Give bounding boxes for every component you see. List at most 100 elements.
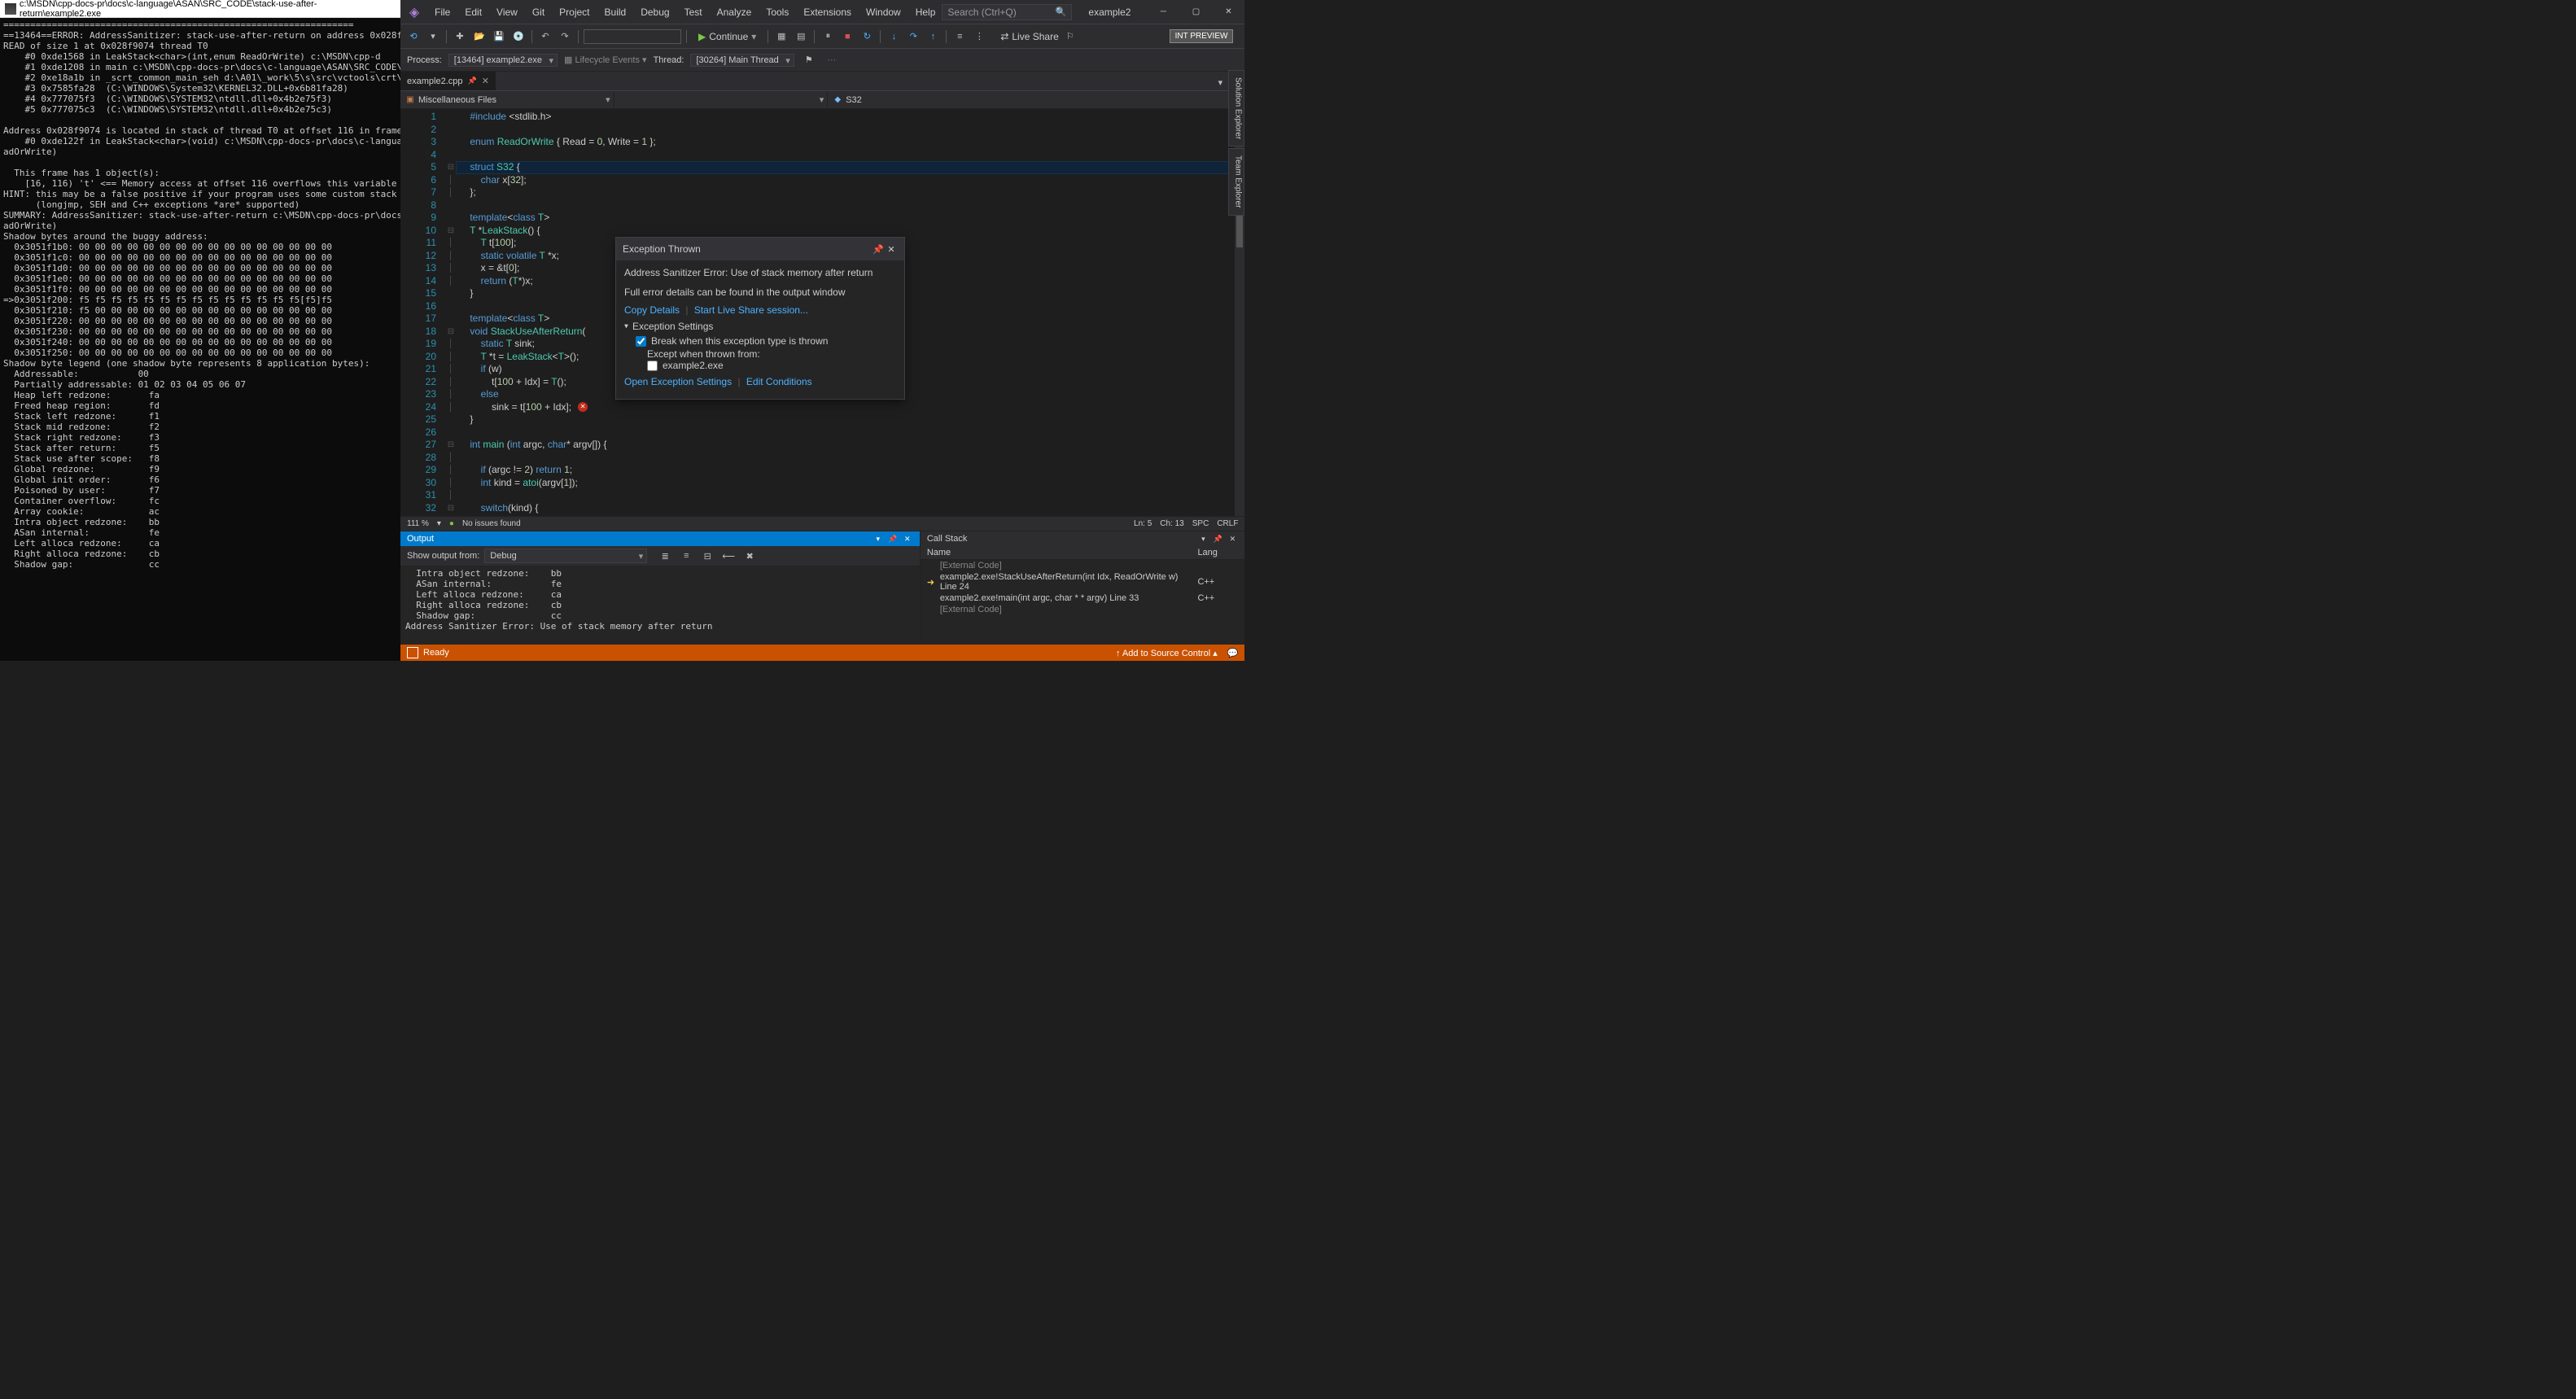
callstack-body[interactable]: [External Code]➜example2.exe!StackUseAft… — [921, 560, 1245, 645]
break-all-button[interactable]: ⏸ — [820, 28, 836, 45]
new-button[interactable]: ✚ — [452, 28, 468, 45]
out-tb-4[interactable]: ⟵ — [720, 548, 737, 564]
tb-icon-4[interactable]: ⋮ — [971, 28, 987, 45]
document-tab[interactable]: example2.cpp 📌 ✕ — [400, 72, 496, 90]
menu-debug[interactable]: Debug — [634, 3, 676, 21]
window-pos-icon[interactable]: ▾ — [1197, 533, 1209, 544]
nav-fwd-button[interactable]: ▾ — [425, 28, 441, 45]
output-source-combo[interactable]: Debug — [484, 549, 647, 563]
callstack-row[interactable]: ➜example2.exe!StackUseAfterReturn(int Id… — [921, 571, 1245, 592]
zoom-dropdown-icon[interactable]: ▾ — [437, 519, 441, 528]
undo-button[interactable]: ↶ — [537, 28, 553, 45]
module-checkbox-row[interactable]: example2.exe — [624, 360, 896, 371]
callstack-row[interactable]: [External Code] — [921, 604, 1245, 615]
stack-frame-button[interactable]: ⋯ — [824, 52, 840, 68]
stop-button[interactable]: ■ — [839, 28, 855, 45]
side-tab-team-explorer[interactable]: Team Explorer — [1228, 148, 1244, 215]
menu-help[interactable]: Help — [909, 3, 942, 21]
source-control-button[interactable]: ↑ Add to Source Control ▴ — [1116, 648, 1218, 658]
window-pos-icon[interactable]: ▾ — [873, 533, 884, 544]
open-settings-link[interactable]: Open Exception Settings — [624, 376, 732, 387]
close-icon[interactable]: ✕ — [885, 243, 898, 256]
maximize-button[interactable]: ▢ — [1179, 0, 1212, 24]
menu-extensions[interactable]: Extensions — [797, 3, 858, 21]
process-combo[interactable]: [13464] example2.exe — [448, 54, 558, 67]
feedback-button[interactable]: ⚐ — [1062, 28, 1078, 45]
indent-indicator[interactable]: SPC — [1192, 519, 1209, 528]
lang-column[interactable]: Lang — [1197, 548, 1238, 557]
step-out-button[interactable]: ↑ — [925, 28, 941, 45]
module-checkbox[interactable] — [647, 361, 658, 371]
close-icon[interactable]: ✕ — [1227, 533, 1238, 544]
redo-button[interactable]: ↷ — [557, 28, 573, 45]
side-tab-solution-explorer[interactable]: Solution Explorer — [1228, 70, 1244, 146]
out-tb-1[interactable]: ≣ — [657, 548, 673, 564]
col-indicator[interactable]: Ch: 13 — [1160, 519, 1183, 528]
issues-text[interactable]: No issues found — [462, 519, 521, 528]
menu-project[interactable]: Project — [553, 3, 596, 21]
pin-icon[interactable]: 📌 — [1212, 533, 1223, 544]
zoom-level[interactable]: 111 % — [407, 519, 429, 528]
menu-test[interactable]: Test — [678, 3, 709, 21]
restart-button[interactable]: ↻ — [859, 28, 875, 45]
nav-project-combo[interactable]: ▣ Miscellaneous Files — [400, 91, 614, 108]
callstack-header[interactable]: Call Stack ▾ 📌 ✕ — [921, 531, 1245, 546]
callstack-row[interactable]: example2.exe!main(int argc, char * * arg… — [921, 592, 1245, 604]
nav-back-button[interactable]: ⟲ — [405, 28, 422, 45]
menu-git[interactable]: Git — [526, 3, 551, 21]
continue-button[interactable]: ▶ Continue ▾ — [692, 29, 763, 44]
menu-file[interactable]: File — [428, 3, 457, 21]
menu-build[interactable]: Build — [598, 3, 633, 21]
copy-details-link[interactable]: Copy Details — [624, 304, 680, 316]
callstack-row[interactable]: [External Code] — [921, 560, 1245, 571]
name-column[interactable]: Name — [927, 548, 1198, 557]
tab-close-icon[interactable]: ✕ — [482, 76, 489, 86]
step-over-button[interactable]: ↷ — [905, 28, 921, 45]
live-share-link[interactable]: Start Live Share session... — [694, 304, 808, 316]
save-all-button[interactable]: 💿 — [510, 28, 527, 45]
output-text[interactable]: Intra object redzone: bb ASan internal: … — [400, 566, 920, 645]
menu-edit[interactable]: Edit — [458, 3, 488, 21]
break-checkbox[interactable] — [636, 336, 646, 347]
nav-member-combo[interactable]: ◆ S32 — [828, 91, 1244, 108]
search-box[interactable]: Search (Ctrl+Q) 🔍 — [942, 4, 1072, 20]
close-button[interactable]: ✕ — [1212, 0, 1244, 24]
save-button[interactable]: 💾 — [491, 28, 507, 45]
edit-conditions-link[interactable]: Edit Conditions — [746, 376, 812, 387]
pin-icon[interactable]: 📌 — [468, 77, 477, 85]
menu-analyze[interactable]: Analyze — [711, 3, 759, 21]
menu-tools[interactable]: Tools — [759, 3, 795, 21]
thread-combo[interactable]: [30264] Main Thread — [690, 54, 794, 67]
tb-icon-1[interactable]: ▦ — [773, 28, 789, 45]
menu-window[interactable]: Window — [859, 3, 908, 21]
output-header[interactable]: Output ▾ 📌 ✕ — [400, 531, 920, 546]
notifications-icon[interactable]: 💬 — [1227, 648, 1239, 658]
minimize-button[interactable]: ─ — [1147, 0, 1179, 24]
close-icon[interactable]: ✕ — [902, 533, 913, 544]
pin-icon[interactable]: 📌 — [872, 243, 885, 256]
open-button[interactable]: 📂 — [471, 28, 488, 45]
code-editor[interactable]: 1234567891011121314151617181920212223242… — [400, 109, 1244, 516]
flag-button[interactable]: ⚑ — [801, 52, 817, 68]
outline-gutter[interactable]: ⊟││⊟││││⊟││││││⊟││││⊟ — [446, 109, 456, 516]
step-into-button[interactable]: ↓ — [886, 28, 902, 45]
tb-icon-2[interactable]: ▤ — [793, 28, 809, 45]
out-tb-2[interactable]: ≡ — [678, 548, 694, 564]
exception-settings-header[interactable]: Exception Settings — [624, 321, 896, 332]
tb-icon-3[interactable]: ≡ — [951, 28, 968, 45]
line-indicator[interactable]: Ln: 5 — [1134, 519, 1152, 528]
out-tb-5[interactable]: ✖ — [741, 548, 758, 564]
live-share-button[interactable]: ⇄ Live Share — [1000, 31, 1058, 42]
console-titlebar[interactable]: c:\MSDN\cpp-docs-pr\docs\c-language\ASAN… — [0, 0, 400, 18]
tab-dropdown[interactable]: ▾ — [1212, 74, 1228, 90]
pin-icon[interactable]: 📌 — [887, 533, 899, 544]
exception-titlebar[interactable]: Exception Thrown 📌 ✕ — [616, 238, 904, 260]
nav-scope-combo[interactable] — [614, 91, 829, 108]
eol-indicator[interactable]: CRLF — [1217, 519, 1238, 528]
out-tb-3[interactable]: ⊟ — [699, 548, 715, 564]
menu-view[interactable]: View — [490, 3, 524, 21]
status-icon[interactable] — [407, 647, 418, 658]
break-checkbox-row[interactable]: Break when this exception type is thrown — [624, 335, 896, 347]
lifecycle-events[interactable]: ▦ Lifecycle Events ▾ — [564, 55, 647, 65]
console-output[interactable]: ========================================… — [0, 18, 400, 661]
